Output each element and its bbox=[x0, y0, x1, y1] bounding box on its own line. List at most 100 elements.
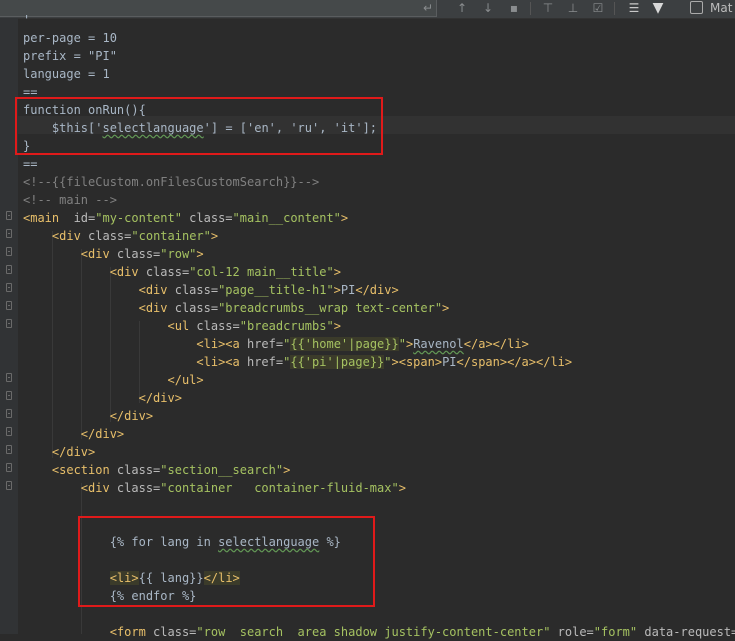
code-token: class= bbox=[167, 283, 219, 297]
code-token: id= bbox=[59, 211, 96, 225]
code-line[interactable]: prefix = "PI" bbox=[23, 47, 117, 65]
code-line[interactable]: per-page = 10 bbox=[23, 29, 117, 47]
code-line[interactable]: <div class="breadcrumbs__wrap text-cente… bbox=[23, 299, 450, 317]
fold-marker-icon[interactable] bbox=[6, 283, 12, 292]
match-case-label: Mat bbox=[710, 1, 733, 15]
code-line[interactable]: <li><a href="{{'pi'|page}}"><span>PI</sp… bbox=[23, 353, 572, 371]
code-line[interactable]: <main id="my-content" class="main__conte… bbox=[23, 209, 348, 227]
code-line[interactable]: </div> bbox=[23, 389, 182, 407]
code-token: > bbox=[333, 283, 341, 297]
fold-marker-icon[interactable] bbox=[6, 391, 12, 400]
code-token: <div bbox=[138, 283, 168, 297]
select-all-icon[interactable]: ▪ bbox=[506, 0, 522, 17]
code-line[interactable]: <section class="section__search"> bbox=[23, 461, 290, 479]
code-line[interactable]: </ul> bbox=[23, 371, 204, 389]
fold-marker-icon[interactable] bbox=[6, 211, 12, 220]
fold-marker-icon[interactable] bbox=[6, 409, 12, 418]
code-token: <div bbox=[138, 301, 168, 315]
code-token: > bbox=[333, 319, 341, 333]
match-case-checkbox[interactable] bbox=[690, 1, 703, 14]
code-line[interactable]: <!--{{fileCustom.onFilesCustomSearch}}--… bbox=[23, 173, 319, 191]
code-token: <!--{{fileCustom.onFilesCustomSearch}}--… bbox=[23, 175, 320, 189]
add-occurrence-icon[interactable]: ⊤ bbox=[540, 0, 556, 17]
code-token: > bbox=[398, 481, 406, 495]
highlight-box-onrun bbox=[15, 97, 383, 155]
code-line[interactable]: <div class="row"> bbox=[23, 245, 204, 263]
code-token: "col-12 main__title" bbox=[189, 265, 334, 279]
code-token: " bbox=[398, 337, 406, 351]
arrow-down-icon[interactable]: ↓ bbox=[480, 0, 496, 17]
code-line[interactable]: == bbox=[23, 155, 37, 173]
fold-marker-icon[interactable] bbox=[6, 445, 12, 454]
fold-marker-icon[interactable] bbox=[6, 481, 12, 490]
code-token: <div bbox=[80, 247, 110, 261]
code-line[interactable]: <form class="row search area shadow just… bbox=[23, 623, 735, 641]
code-token: role= bbox=[550, 625, 594, 639]
code-token: ' bbox=[23, 13, 31, 27]
code-token: > bbox=[333, 265, 341, 279]
check-occurrence-icon[interactable]: ☑ bbox=[590, 0, 606, 17]
code-token: class= bbox=[109, 247, 161, 261]
fold-marker-icon[interactable] bbox=[6, 247, 12, 256]
code-line[interactable]: <div class="container container-fluid-ma… bbox=[23, 479, 406, 497]
multiline-icon[interactable]: ☰ bbox=[626, 0, 642, 17]
code-line[interactable]: ' bbox=[23, 11, 30, 29]
code-line[interactable]: </div> bbox=[23, 425, 124, 443]
code-token: </a></li> bbox=[463, 337, 529, 351]
code-token: " bbox=[384, 355, 392, 369]
fold-marker-icon[interactable] bbox=[6, 319, 12, 328]
search-input[interactable] bbox=[0, 0, 437, 17]
fold-marker-icon[interactable] bbox=[6, 229, 12, 238]
fold-marker-icon[interactable] bbox=[6, 373, 12, 382]
code-token: "container container-fluid-max" bbox=[160, 481, 399, 495]
fold-marker-icon[interactable] bbox=[6, 265, 12, 274]
code-token: == bbox=[23, 157, 38, 171]
code-token: <div bbox=[109, 265, 139, 279]
code-token: "my-content" bbox=[95, 211, 182, 225]
code-line[interactable]: <li><a href="{{'home'|page}}">Ravenol</a… bbox=[23, 335, 529, 353]
fold-marker-icon[interactable] bbox=[6, 427, 12, 436]
code-line[interactable]: <div class="col-12 main__title"> bbox=[23, 263, 341, 281]
code-line[interactable]: </div> bbox=[23, 407, 153, 425]
code-token: <ul bbox=[167, 319, 190, 333]
code-line[interactable]: <!-- main --> bbox=[23, 191, 117, 209]
code-line[interactable]: <div class="page__title-h1">PI</div> bbox=[23, 281, 399, 299]
code-token: </div> bbox=[355, 283, 399, 297]
code-token: </div> bbox=[80, 427, 125, 441]
code-line[interactable]: <ul class="breadcrumbs"> bbox=[23, 317, 341, 335]
code-token: "breadcrumbs" bbox=[239, 319, 334, 333]
code-line[interactable]: <div class="container"> bbox=[23, 227, 218, 245]
code-token: PI bbox=[340, 283, 356, 297]
code-token: class= bbox=[80, 229, 132, 243]
code-line[interactable]: </div> bbox=[23, 443, 95, 461]
code-token: "page__title-h1" bbox=[218, 283, 334, 297]
code-token: <li><a bbox=[196, 355, 240, 369]
filter-icon[interactable]: ▼ bbox=[650, 0, 666, 17]
code-token: class= bbox=[109, 463, 161, 477]
code-token: </div> bbox=[138, 391, 182, 405]
code-token: class= bbox=[189, 319, 240, 333]
code-token: "container" bbox=[131, 229, 211, 243]
code-token: </span></a></li> bbox=[456, 355, 573, 369]
arrow-up-icon[interactable]: ↑ bbox=[454, 0, 470, 17]
code-token: href= bbox=[239, 355, 284, 369]
fold-marker-icon[interactable] bbox=[6, 301, 12, 310]
enter-icon[interactable]: ↵ bbox=[420, 0, 436, 17]
code-token: "section__search" bbox=[160, 463, 284, 477]
code-token: "main__content" bbox=[232, 211, 341, 225]
code-token: per-page = 10 bbox=[23, 31, 117, 45]
code-token: </div> bbox=[51, 445, 96, 459]
code-line[interactable]: language = 1 bbox=[23, 65, 110, 83]
remove-occurrence-icon[interactable]: ⊥ bbox=[565, 0, 581, 17]
code-token: "form" bbox=[593, 625, 638, 639]
code-token: <div bbox=[80, 481, 110, 495]
fold-marker-icon[interactable] bbox=[6, 463, 12, 472]
